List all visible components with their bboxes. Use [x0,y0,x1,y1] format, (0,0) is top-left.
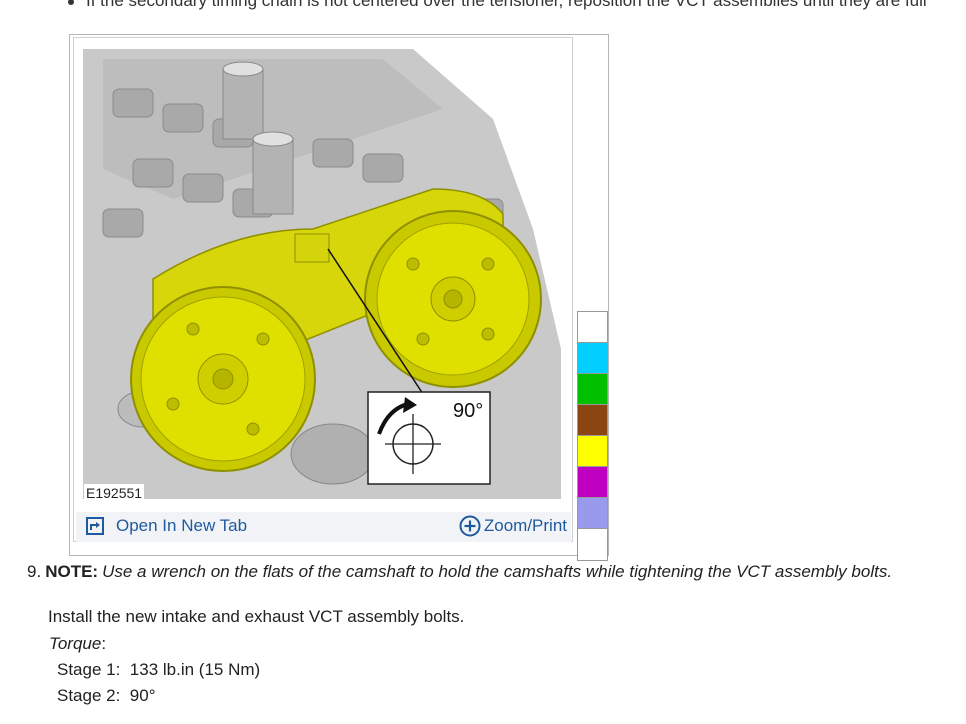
plus-circle-icon [459,515,481,537]
color-swatch[interactable] [578,312,607,343]
exhaust-vct-gear [364,210,542,388]
open-new-tab-icon [86,517,104,535]
color-swatch[interactable] [578,343,607,374]
callout-angle-label: 90° [453,400,484,422]
color-swatch[interactable] [578,436,607,467]
stage-2-label: Stage 2: [57,686,121,705]
stage-1-label: Stage 1: [57,660,121,679]
stage-1-value: 133 lb.in (15 Nm) [129,660,261,679]
torque-label-text: Torque [49,634,102,653]
color-swatch-palette [577,311,608,561]
intake-vct-gear [130,286,316,472]
bullet-dot [68,0,74,5]
figure-id-label: E192551 [84,484,145,502]
step-number: 9. [27,562,42,581]
bullet-text: If the secondary timing chain is not cen… [86,0,927,10]
stage-2-value: 90° [129,686,156,705]
lower-bore [290,423,376,485]
color-swatch[interactable] [578,405,607,436]
color-swatch[interactable] [578,374,607,405]
note-label: NOTE: [45,562,99,581]
color-swatch[interactable] [578,467,607,498]
torque-label-colon: : [101,634,107,653]
vct-assembly-illustration[interactable] [83,49,561,499]
note-text: Use a wrench on the flats of the camshaf… [102,562,893,581]
chain-tensioner [294,233,330,263]
torque-label: Torque: [49,634,106,654]
step-9-note: 9. NOTE: Use a wrench on the flats of the … [27,562,892,582]
color-swatch[interactable] [578,498,607,529]
step-instruction: Install the new intake and exhaust VCT a… [48,607,465,626]
previous-bullet-item: If the secondary timing chain is not cen… [68,0,966,11]
zoom-print-label: Zoom/Print [483,516,567,535]
zoom-print-link[interactable]: Zoom/Print [459,515,567,537]
torque-stage-1: Stage 1: 133 lb.in (15 Nm) [57,660,260,680]
figure-toolbar: Open In New Tab Zoom/Print [76,512,571,542]
color-swatch[interactable] [578,529,607,560]
open-in-new-tab-label: Open In New Tab [116,516,248,535]
torque-stage-2: Stage 2: 90° [57,686,156,706]
open-in-new-tab-link[interactable]: Open In New Tab [86,516,247,536]
